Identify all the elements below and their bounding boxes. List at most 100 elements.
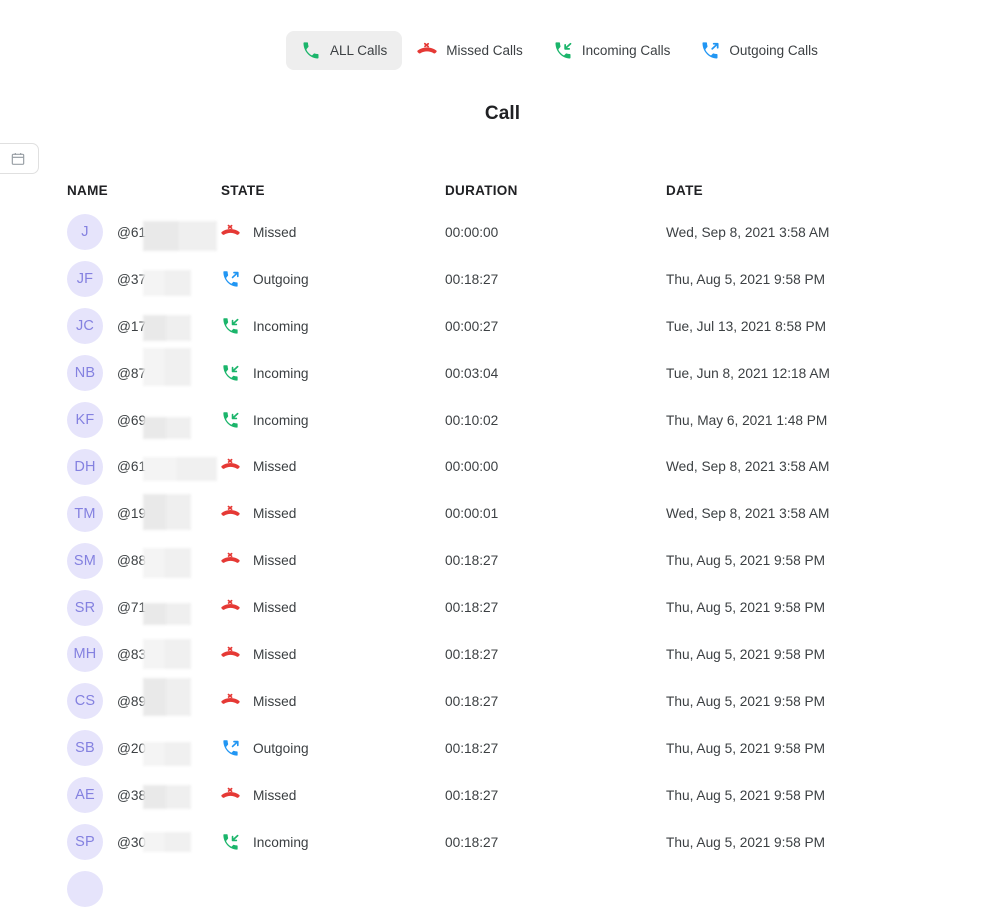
column-header-name: NAME <box>67 183 108 198</box>
cell-name <box>0 870 221 907</box>
redacted-name-block <box>143 417 191 439</box>
cell-duration: 00:18:27 <box>445 646 499 662</box>
cell-date: Wed, Sep 8, 2021 3:58 AM <box>666 506 830 522</box>
avatar: SB <box>67 730 103 767</box>
cell-date: Thu, Aug 5, 2021 9:58 PM <box>666 787 826 803</box>
redacted-name-block <box>143 547 191 578</box>
phone-incoming-icon <box>221 364 240 383</box>
state-label: Missed <box>253 506 297 522</box>
cell-state: Missed <box>221 598 445 617</box>
tab-label: Incoming Calls <box>581 42 671 58</box>
avatar <box>67 870 103 907</box>
calendar-icon <box>10 151 26 167</box>
contact-handle-wrap: @37 <box>117 261 191 297</box>
avatar: J <box>67 214 103 251</box>
table-row[interactable]: J @61 Missed 00:00:00 Wed, Sep 8, 2021 3:58 … <box>0 209 1005 256</box>
avatar: MH <box>67 636 103 673</box>
state-label: Outgoing <box>253 271 309 287</box>
table-row[interactable]: DH @61 Missed 00:00:00 Wed, Sep 8, 2021 3:58… <box>0 443 1005 490</box>
cell-state: Outgoing <box>221 270 445 289</box>
contact-handle-wrap: @89 <box>117 678 191 719</box>
contact-handle-wrap: @61 <box>117 449 217 485</box>
date-picker-button[interactable] <box>0 143 39 174</box>
phone-missed-icon <box>221 692 240 711</box>
contact-handle-wrap: @88 <box>117 543 191 579</box>
tab-label: ALL Calls <box>330 42 388 58</box>
cell-name: MH @83 <box>0 636 221 673</box>
tab-label: Outgoing Calls <box>729 42 818 58</box>
phone-missed-icon <box>221 223 240 242</box>
table-row[interactable]: JF @37 Outgoing 00:18:27 Thu, Aug 5, 2021 9:… <box>0 256 1005 303</box>
cell-state: Incoming <box>221 364 445 383</box>
cell-date: Thu, Aug 5, 2021 9:58 PM <box>666 740 826 756</box>
table-row[interactable]: TM @19 Missed 00:00:01 Wed, Sep 8, 2021 3:58… <box>0 490 1005 537</box>
avatar: SM <box>67 542 103 579</box>
state-label: Incoming <box>253 834 309 850</box>
table-row[interactable]: SR @71 Missed 00:18:27 Thu, Aug 5, 2021 9:58… <box>0 584 1005 631</box>
redacted-name-block <box>143 742 191 767</box>
cell-name: SB @20 <box>0 730 221 767</box>
redacted-name-block <box>143 456 217 481</box>
cell-duration: 00:18:27 <box>445 787 499 803</box>
table-row[interactable]: AE @38 Missed 00:18:27 Thu, Aug 5, 2021 9:58… <box>0 772 1005 819</box>
avatar: AE <box>67 777 103 814</box>
cell-duration: 00:00:01 <box>445 506 499 522</box>
cell-name: JC @17 <box>0 308 221 345</box>
contact-handle: @87 <box>117 365 147 381</box>
cell-date: Thu, Aug 5, 2021 9:58 PM <box>666 834 826 850</box>
avatar: JF <box>67 261 103 298</box>
state-label: Missed <box>253 459 297 475</box>
cell-duration: 00:18:27 <box>445 834 499 850</box>
contact-handle-wrap: @87 <box>117 348 191 391</box>
phone-missed-icon <box>221 551 240 570</box>
table-row[interactable]: JC @17 Incoming 00:00:27 Tue, Jul 13, 2021 8… <box>0 303 1005 350</box>
page-title: Call <box>484 103 521 124</box>
state-label: Missed <box>253 600 297 616</box>
table-row[interactable]: CS @89 Missed 00:18:27 Thu, Aug 5, 2021 9:58… <box>0 678 1005 725</box>
contact-handle-wrap: @17 <box>117 308 191 344</box>
contact-handle-wrap: @38 <box>117 777 191 813</box>
cell-state: Missed <box>221 223 445 242</box>
phone-incoming-icon <box>221 411 240 430</box>
state-label: Outgoing <box>253 740 309 756</box>
table-row[interactable]: SB @20 Outgoing 00:18:27 Thu, Aug 5, 2021 9:… <box>0 725 1005 772</box>
cell-duration: 00:18:27 <box>445 600 499 616</box>
cell-name: SM @88 <box>0 542 221 579</box>
table-row[interactable] <box>0 865 1005 912</box>
cell-date: Wed, Sep 8, 2021 3:58 AM <box>666 459 830 475</box>
cell-duration: 00:00:00 <box>445 224 499 240</box>
table-row[interactable]: SM @88 Missed 00:18:27 Thu, Aug 5, 2021 9:58… <box>0 537 1005 584</box>
phone-outgoing-icon <box>700 41 720 61</box>
avatar: SP <box>67 824 103 861</box>
tab-missed[interactable]: Missed Calls <box>402 31 538 70</box>
avatar: TM <box>67 495 103 532</box>
cell-state: Incoming <box>221 411 445 430</box>
cell-state: Missed <box>221 504 445 523</box>
table-row[interactable]: NB @87 Incoming 00:03:04 Tue, Jun 8, 2021 12… <box>0 348 1005 397</box>
cell-duration: 00:03:04 <box>445 365 499 381</box>
avatar: SR <box>67 589 103 626</box>
contact-handle: @71 <box>117 600 147 616</box>
tab-label: Missed Calls <box>446 42 523 58</box>
table-row[interactable]: MH @83 Missed 00:18:27 Thu, Aug 5, 2021 9:58… <box>0 631 1005 678</box>
phone-missed-icon <box>221 645 240 664</box>
redacted-name-block <box>143 270 191 297</box>
phone-outgoing-icon <box>221 270 240 289</box>
cell-name: KF @69 <box>0 402 221 439</box>
state-label: Missed <box>253 646 297 662</box>
phone-incoming-icon <box>221 317 240 336</box>
state-label: Missed <box>253 693 297 709</box>
table-row[interactable]: KF @69 Incoming 00:10:02 Thu, May 6, 2021 1:… <box>0 397 1005 444</box>
state-label: Missed <box>253 553 297 569</box>
table-row[interactable]: SP @30 Incoming 00:18:27 Thu, Aug 5, 2021 9:… <box>0 819 1005 866</box>
contact-handle: @88 <box>117 553 147 569</box>
cell-state: Missed <box>221 457 445 476</box>
tab-incoming[interactable]: Incoming Calls <box>538 31 686 70</box>
phone-incoming-icon <box>553 41 573 61</box>
call-filter-tabbar: ALL Calls Missed Calls Incoming Calls Outgo… <box>286 31 833 70</box>
tab-outgoing[interactable]: Outgoing Calls <box>685 31 833 70</box>
redacted-name-block <box>143 602 191 625</box>
state-label: Missed <box>253 787 297 803</box>
tab-all[interactable]: ALL Calls <box>286 31 403 70</box>
phone-incoming-icon <box>221 833 240 852</box>
